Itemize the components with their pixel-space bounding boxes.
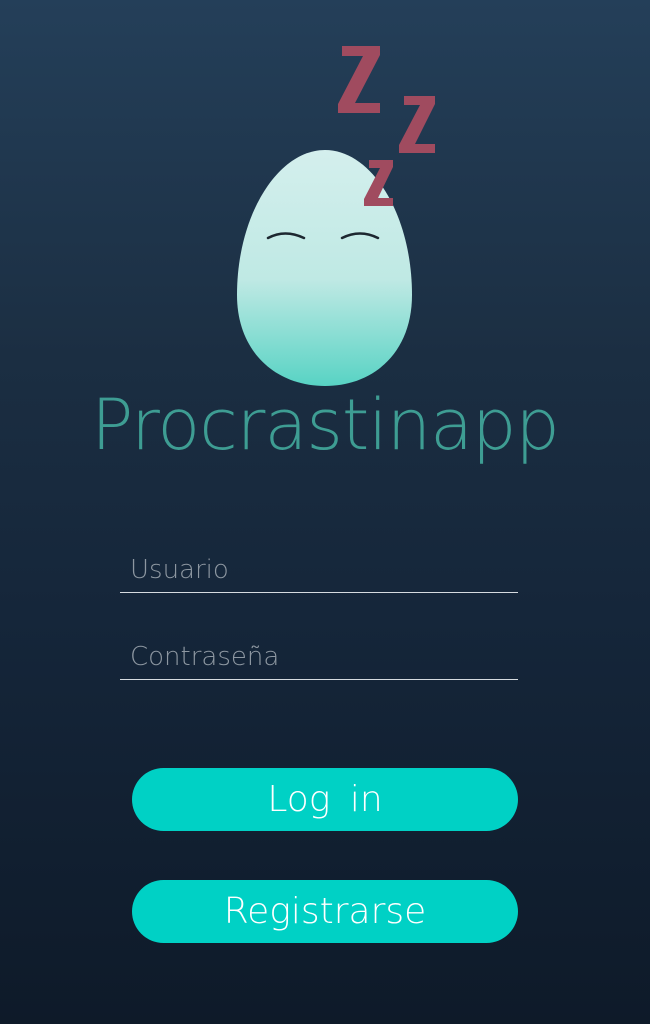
register-button[interactable]: Registrarse bbox=[132, 880, 518, 943]
password-field bbox=[120, 629, 518, 680]
password-input[interactable] bbox=[130, 637, 510, 677]
username-input[interactable] bbox=[130, 550, 510, 590]
app-logo bbox=[237, 46, 435, 386]
username-field bbox=[120, 542, 518, 593]
login-button[interactable]: Log in bbox=[132, 768, 518, 831]
app-title: Procrastinapp bbox=[91, 384, 560, 466]
login-screen: Procrastinapp Log in Registrarse bbox=[0, 0, 650, 1024]
sleeping-egg-icon bbox=[237, 150, 412, 386]
